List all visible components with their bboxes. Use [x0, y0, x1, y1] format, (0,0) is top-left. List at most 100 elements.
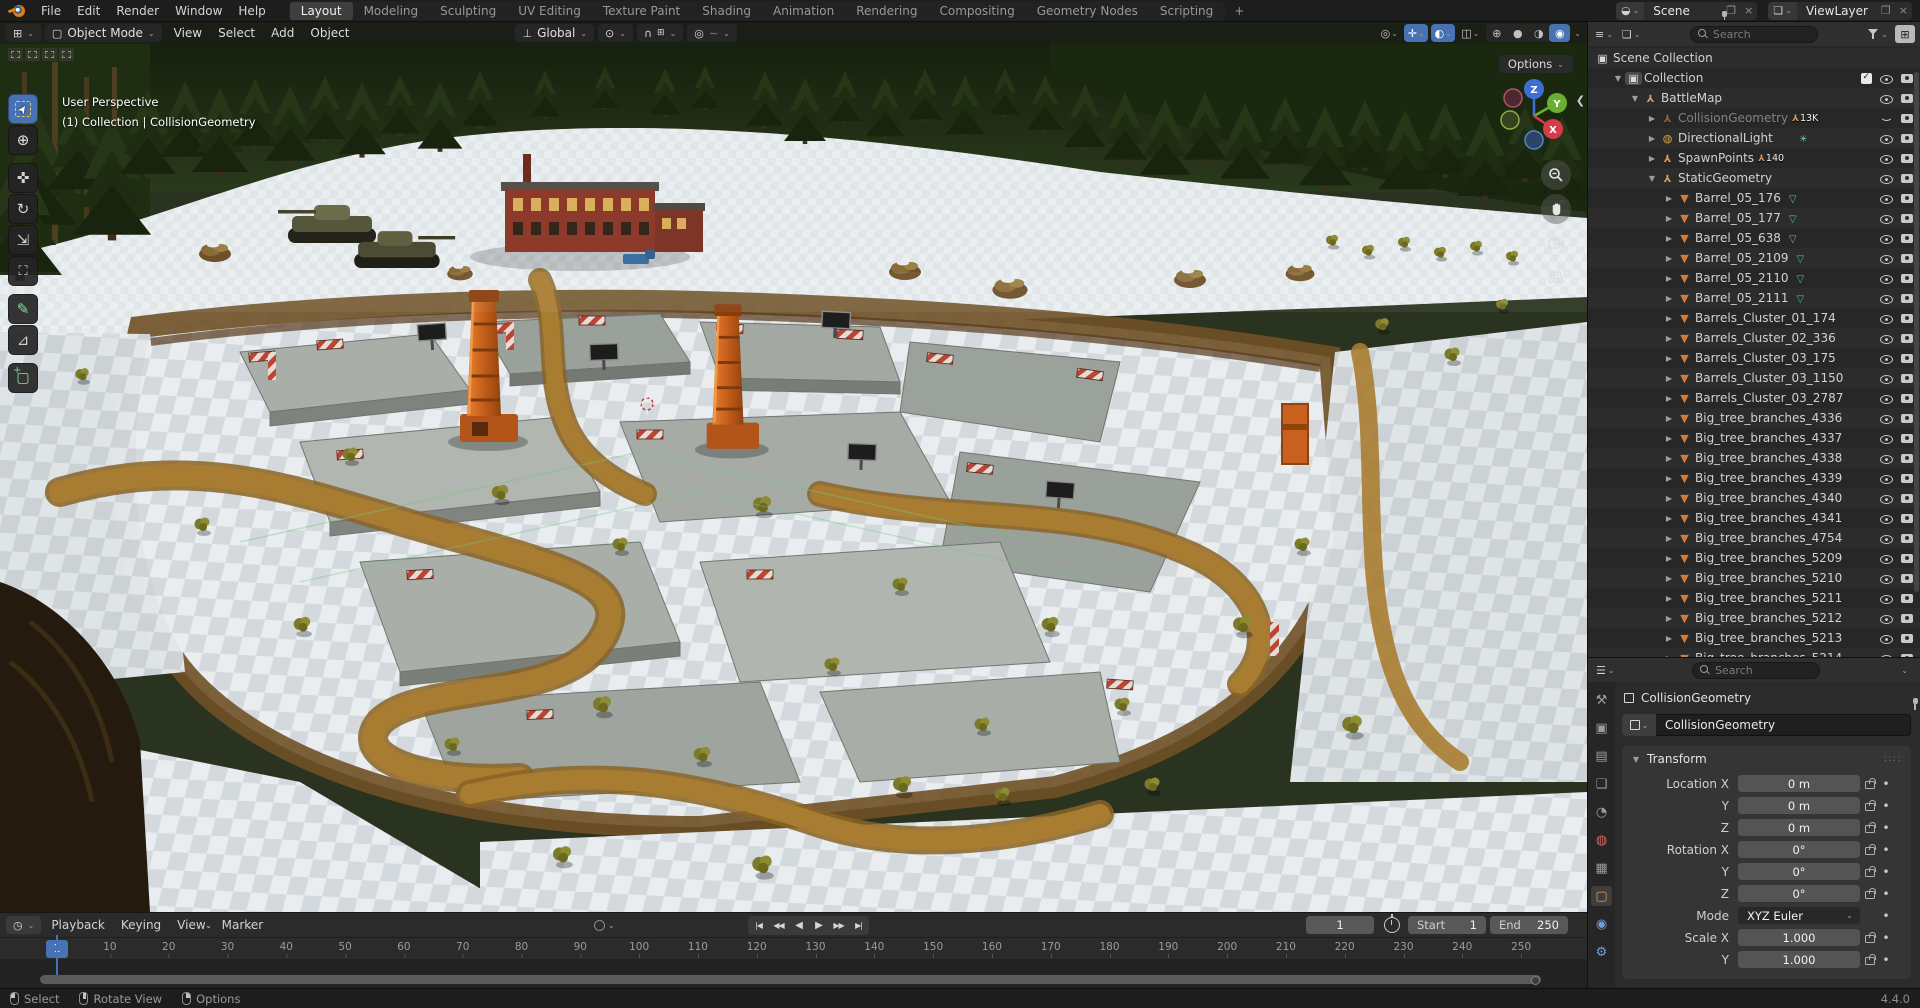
disable-render-icon[interactable] — [1900, 251, 1914, 265]
outliner-search-input[interactable] — [1713, 28, 1810, 41]
viewport-toggle-button[interactable]: ⌄ — [1431, 24, 1455, 42]
viewport-menu-item[interactable]: Select — [210, 26, 263, 40]
disable-render-icon[interactable] — [1900, 431, 1914, 445]
outliner-row[interactable]: DirectionalLight — [1588, 128, 1920, 148]
outliner-scrollbar[interactable] — [1914, 72, 1919, 592]
outliner-row[interactable]: Collection — [1588, 68, 1920, 88]
disable-render-icon[interactable] — [1900, 571, 1914, 585]
lock-icon[interactable] — [1865, 844, 1876, 856]
hide-eye-closed-icon[interactable] — [1879, 111, 1893, 125]
hide-eye-icon[interactable] — [1879, 211, 1893, 225]
hide-eye-icon[interactable] — [1879, 591, 1893, 605]
outliner-row[interactable]: Big_tree_branches_4340 — [1588, 488, 1920, 508]
snap-controls[interactable]: ∩⊞⌄ — [637, 24, 683, 42]
animate-dot-icon[interactable]: • — [1880, 843, 1892, 857]
properties-tab[interactable] — [1591, 746, 1612, 766]
outliner-row[interactable]: Big_tree_branches_5210 — [1588, 568, 1920, 588]
collapse-icon[interactable] — [1662, 194, 1676, 203]
collapse-icon[interactable] — [1645, 154, 1659, 163]
workspace-tab[interactable]: Layout — [290, 2, 353, 20]
animate-dot-icon[interactable]: • — [1880, 931, 1892, 945]
collapse-icon[interactable] — [1662, 214, 1676, 223]
topbar-menu-item[interactable]: File — [33, 2, 69, 20]
transform-orientation-dropdown[interactable]: ⊥Global⌄ — [515, 24, 594, 42]
workspace-tab[interactable]: Compositing — [928, 2, 1025, 20]
collapse-icon[interactable] — [1662, 454, 1676, 463]
collapse-icon[interactable] — [1662, 314, 1676, 323]
hide-eye-icon[interactable] — [1879, 471, 1893, 485]
playback-button[interactable] — [749, 917, 768, 934]
properties-options-dropdown[interactable]: ⌄ — [1895, 666, 1914, 675]
value-field[interactable]: 0 m — [1738, 797, 1860, 815]
disable-render-icon[interactable] — [1900, 611, 1914, 625]
workspace-tab[interactable]: Shading — [691, 2, 762, 20]
disable-render-icon[interactable] — [1900, 391, 1914, 405]
outliner-row[interactable]: Big_tree_branches_5212 — [1588, 608, 1920, 628]
add-workspace-button[interactable]: + — [1226, 2, 1252, 20]
properties-tab[interactable] — [1591, 858, 1612, 878]
collapse-icon[interactable] — [1662, 494, 1676, 503]
hide-eye-icon[interactable] — [1879, 351, 1893, 365]
animate-dot-icon[interactable]: • — [1880, 865, 1892, 879]
outliner-row[interactable]: BattleMap — [1588, 88, 1920, 108]
outliner-row[interactable]: Big_tree_branches_4337 — [1588, 428, 1920, 448]
outliner-row[interactable]: Barrel_05_2110 — [1588, 268, 1920, 288]
disable-render-icon[interactable] — [1900, 191, 1914, 205]
tool-button[interactable] — [8, 94, 38, 124]
current-frame-field[interactable]: 1 — [1306, 916, 1374, 934]
shading-mode-button[interactable] — [1549, 24, 1570, 42]
hide-eye-icon[interactable] — [1879, 431, 1893, 445]
hide-eye-icon[interactable] — [1879, 271, 1893, 285]
blender-logo-icon[interactable] — [8, 4, 26, 18]
outliner-search[interactable] — [1690, 26, 1818, 43]
outliner-row[interactable]: Big_tree_branches_4338 — [1588, 448, 1920, 468]
disable-render-icon[interactable] — [1900, 491, 1914, 505]
outliner-row[interactable]: Barrel_05_176 — [1588, 188, 1920, 208]
scene-name[interactable]: Scene — [1644, 4, 1714, 18]
gizmo-x-axis[interactable]: X — [1549, 125, 1557, 136]
outliner-row[interactable]: Barrels_Cluster_03_2787 — [1588, 388, 1920, 408]
outliner-row[interactable]: Barrel_05_638 — [1588, 228, 1920, 248]
collapse-icon[interactable] — [1662, 574, 1676, 583]
outliner-row[interactable]: CollisionGeometry 13K — [1588, 108, 1920, 128]
disable-render-icon[interactable] — [1900, 171, 1914, 185]
outliner-row[interactable]: Big_tree_branches_4754 — [1588, 528, 1920, 548]
workspace-tab[interactable]: Scripting — [1149, 2, 1224, 20]
animate-dot-icon[interactable]: • — [1880, 887, 1892, 901]
value-field[interactable]: 0° — [1738, 885, 1860, 903]
viewport-3d[interactable]: ⊞⌄ ▢Object Mode⌄ ViewSelectAddObject ⊥Gl… — [0, 22, 1587, 912]
hide-eye-icon[interactable] — [1879, 371, 1893, 385]
view-layer-name[interactable]: ViewLayer — [1797, 4, 1877, 18]
workspace-tab[interactable]: Geometry Nodes — [1026, 2, 1149, 20]
hide-eye-icon[interactable] — [1879, 191, 1893, 205]
select-mode-extend[interactable] — [25, 48, 40, 61]
outliner-row[interactable]: Big_tree_branches_5209 — [1588, 548, 1920, 568]
lock-icon[interactable] — [1865, 800, 1876, 812]
tool-button[interactable] — [8, 325, 38, 355]
value-field[interactable]: XYZ Euler⌄ — [1738, 907, 1860, 925]
collapse-icon[interactable] — [1662, 614, 1676, 623]
topbar-menu-item[interactable]: Window — [167, 2, 230, 20]
collapse-icon[interactable] — [1662, 274, 1676, 283]
hide-eye-icon[interactable] — [1879, 71, 1893, 85]
object-type-dropdown[interactable]: ⌄ — [1622, 714, 1656, 736]
timeline-scrollbar[interactable] — [40, 975, 1541, 984]
collapse-icon[interactable] — [1662, 414, 1676, 423]
transform-panel-header[interactable]: Transform :::: — [1622, 746, 1911, 772]
properties-tab[interactable] — [1591, 718, 1612, 738]
object-name-field[interactable]: CollisionGeometry — [1656, 714, 1911, 736]
gizmo-z-axis[interactable]: Z — [1530, 85, 1537, 96]
disable-render-icon[interactable] — [1900, 151, 1914, 165]
disable-render-icon[interactable] — [1900, 211, 1914, 225]
hide-eye-icon[interactable] — [1879, 411, 1893, 425]
disable-render-icon[interactable] — [1900, 231, 1914, 245]
disable-render-icon[interactable] — [1900, 331, 1914, 345]
shading-dropdown[interactable]: ⌄ — [1574, 29, 1581, 38]
collection-checkbox[interactable] — [1861, 73, 1872, 84]
outliner-row[interactable]: Barrel_05_2111 — [1588, 288, 1920, 308]
properties-search[interactable] — [1692, 662, 1820, 679]
hide-eye-icon[interactable] — [1879, 231, 1893, 245]
breadcrumb-object-name[interactable]: CollisionGeometry — [1641, 691, 1751, 705]
properties-search-input[interactable] — [1715, 664, 1812, 677]
collapse-icon[interactable] — [1662, 594, 1676, 603]
